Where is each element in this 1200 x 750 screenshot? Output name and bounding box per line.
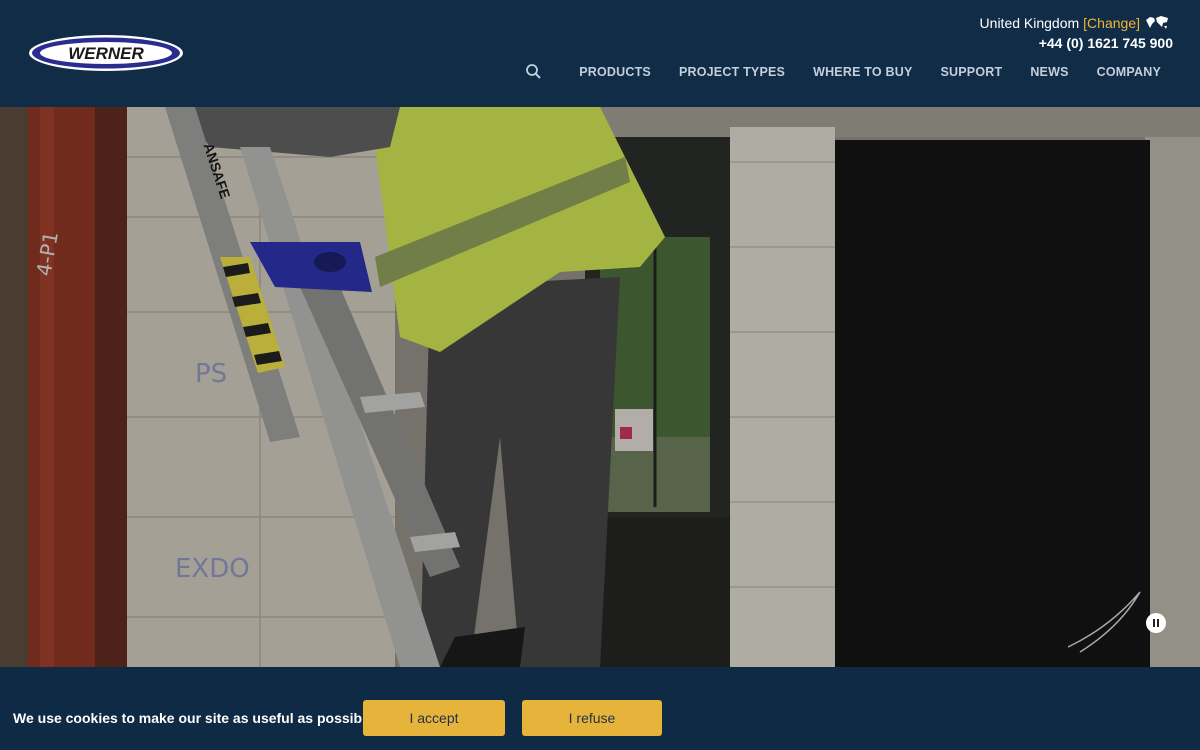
phone-number[interactable]: +44 (0) 1621 745 900 <box>1039 35 1173 51</box>
change-country-link[interactable]: [Change] <box>1083 15 1140 31</box>
nav-where-to-buy[interactable]: WHERE TO BUY <box>813 65 912 79</box>
locale-selector: United Kingdom [Change] <box>980 15 1170 31</box>
pause-bar-left <box>1153 619 1155 627</box>
nav-project-types[interactable]: PROJECT TYPES <box>679 65 785 79</box>
cookie-banner: We use cookies to make our site as usefu… <box>0 667 1200 750</box>
pause-icon[interactable] <box>1146 613 1166 633</box>
nav-news[interactable]: NEWS <box>1030 65 1068 79</box>
nav-support[interactable]: SUPPORT <box>940 65 1002 79</box>
logo-text: WERNER <box>68 44 144 63</box>
werner-logo[interactable]: WERNER <box>27 33 185 73</box>
nav-products[interactable]: PRODUCTS <box>579 65 651 79</box>
hero-video-frame: 4-P1 PS EXDO ANSAFE <box>0 107 1200 667</box>
cookie-message: We use cookies to make our site as usefu… <box>13 710 378 726</box>
hero-video[interactable]: 4-P1 PS EXDO ANSAFE <box>0 107 1200 667</box>
search-icon[interactable] <box>525 63 543 81</box>
refuse-cookies-button[interactable]: I refuse <box>522 700 662 736</box>
country-label: United Kingdom <box>979 15 1080 31</box>
pause-bar-right <box>1157 619 1159 627</box>
site-header: WERNER United Kingdom [Change] +44 (0) 1… <box>0 0 1200 107</box>
globe-icon[interactable] <box>1144 15 1170 31</box>
nav-company[interactable]: COMPANY <box>1097 65 1161 79</box>
accept-cookies-button[interactable]: I accept <box>363 700 505 736</box>
main-nav: PRODUCTS PROJECT TYPES WHERE TO BUY SUPP… <box>525 62 1175 82</box>
